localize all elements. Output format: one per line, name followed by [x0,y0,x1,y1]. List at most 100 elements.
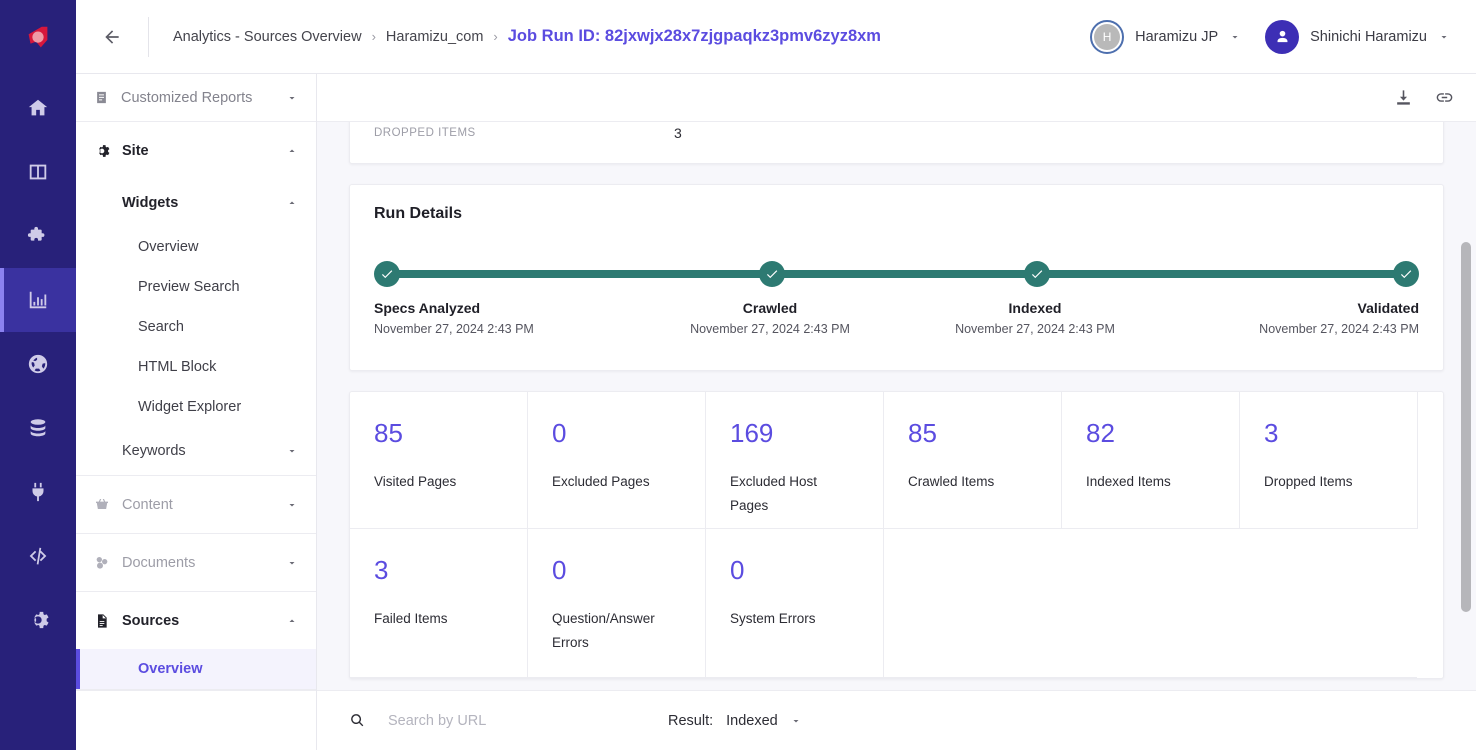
org-switcher[interactable]: H Haramizu JP [1080,20,1251,54]
timeline-labels: Specs Analyzed November 27, 2024 2:43 PM… [374,300,1419,344]
metric-value: 82 [1086,420,1239,446]
org-avatar-initial: H [1094,24,1120,50]
gear-icon [94,143,110,159]
metric-label: Question/Answer Errors [552,607,672,655]
result-filter-value: Indexed [726,713,778,729]
sidebar-item-sources-overview[interactable]: Overview [76,649,316,689]
sidebar-item-widgets-search[interactable]: Search [76,307,316,347]
metric-label: Excluded Pages [552,470,672,494]
sidebar-item-widgets-html-block[interactable]: HTML Block [76,347,316,387]
report-icon [94,90,109,105]
result-filter-label: Result: [668,713,713,729]
customized-reports-selector[interactable]: Customized Reports [76,74,316,122]
breadcrumb-item-job-run-id: Job Run ID: 82jxwjx28x7zjgpaqkz3pmv6zyz8… [508,27,881,46]
metric-value: 169 [730,420,883,446]
metric-excluded-host-pages: 169 Excluded Host Pages [706,392,884,529]
metric-dropped-items: 3 Dropped Items [1240,392,1418,529]
sidebar-item-label: HTML Block [138,359,216,375]
right-pane: Analytics - Sources Overview › Haramizu_… [76,0,1476,750]
app-root: Analytics - Sources Overview › Haramizu_… [0,0,1476,750]
sidebar: Customized Reports Site Widgets [76,74,317,750]
metric-label: Crawled Items [908,470,1028,494]
settings-icon[interactable] [0,588,76,652]
sidebar-item-widgets-preview-search[interactable]: Preview Search [76,267,316,307]
sidebar-section-content: Content [76,476,316,534]
back-button[interactable] [76,0,148,74]
sidebar-item-sources[interactable]: Sources [76,592,316,649]
content-toolbar [317,74,1476,122]
result-filter-select[interactable]: Indexed [726,713,802,729]
timeline-label-validated: Validated November 27, 2024 2:43 PM [1259,300,1419,336]
check-icon [1399,267,1413,281]
scroll-area: ITEMS INDEXED 82 DROPPED ITEMS 3 Run Det… [317,122,1476,690]
extensions-icon[interactable] [0,204,76,268]
body: Customized Reports Site Widgets [76,74,1476,750]
timeline-label-specs-analyzed: Specs Analyzed November 27, 2024 2:43 PM [374,300,534,336]
chevron-down-icon [286,499,298,511]
link-icon[interactable] [1435,88,1454,107]
breadcrumb-item-site[interactable]: Haramizu_com [386,29,484,45]
vertical-scrollbar[interactable] [1461,122,1471,690]
sidebar-item-widgets-overview[interactable]: Overview [76,227,316,267]
sidebar-item-sources-label: Sources [122,613,179,629]
sidebar-item-documents[interactable]: Documents [76,534,316,591]
check-icon [380,267,394,281]
app-logo[interactable] [0,0,76,76]
scrollbar-thumb[interactable] [1461,242,1471,612]
breadcrumb: Analytics - Sources Overview › Haramizu_… [149,27,881,46]
org-avatar: H [1090,20,1124,54]
check-icon [1030,267,1044,281]
metric-label: Indexed Items [1086,470,1206,494]
sidebar-group-widgets[interactable]: Widgets [76,179,316,227]
breadcrumb-separator-icon: › [372,29,376,44]
timeline-node-specs-analyzed [374,261,400,287]
sidebar-item-label: Overview [138,661,203,677]
metric-value: 85 [374,420,527,446]
icon-rail [0,0,76,750]
chevron-down-icon [1229,31,1241,43]
breadcrumb-item-analytics[interactable]: Analytics - Sources Overview [173,29,362,45]
run-details-title: Run Details [374,205,1419,223]
metrics-grid: 85 Visited Pages 0 Excluded Pages 169 Ex… [349,391,1444,679]
check-icon [765,267,779,281]
metric-label: Failed Items [374,607,494,631]
metric-value: 3 [374,557,527,583]
database-icon[interactable] [0,396,76,460]
user-menu[interactable]: Shinichi Haramizu [1255,20,1460,54]
user-icon [1274,28,1291,45]
topbar-right: H Haramizu JP Shinichi Haramizu [1080,20,1460,54]
summary-row: DROPPED ITEMS 3 [374,122,1419,145]
timeline-step-date: November 27, 2024 2:43 PM [690,322,850,336]
metric-label: Dropped Items [1264,470,1384,494]
chevron-up-icon [286,145,298,157]
chevron-down-icon [286,557,298,569]
sidebar-item-documents-label: Documents [122,555,195,571]
search-input[interactable] [388,713,638,729]
chevron-down-icon [286,92,298,104]
metric-label: System Errors [730,607,850,631]
download-icon[interactable] [1394,88,1413,107]
sidebar-item-content[interactable]: Content [76,476,316,533]
dashboard-icon[interactable] [0,140,76,204]
metric-indexed-items: 82 Indexed Items [1062,392,1240,529]
url-search-bar: Result: Indexed [317,690,1476,750]
analytics-icon[interactable] [0,268,76,332]
timeline-step-name: Indexed [955,300,1115,316]
code-icon[interactable] [0,524,76,588]
plug-icon[interactable] [0,460,76,524]
sidebar-item-site[interactable]: Site [76,122,316,179]
sidebar-item-content-label: Content [122,497,173,513]
sidebar-group-keywords[interactable]: Keywords [76,427,316,475]
main-content: ITEMS INDEXED 82 DROPPED ITEMS 3 Run Det… [317,74,1476,750]
sidebar-item-widgets-widget-explorer[interactable]: Widget Explorer [76,387,316,427]
source-file-icon [94,613,110,629]
timeline-node-indexed [1024,261,1050,287]
globe-icon[interactable] [0,332,76,396]
timeline-track [386,270,1407,278]
home-icon[interactable] [0,76,76,140]
chevron-down-icon [286,445,298,457]
timeline-label-indexed: Indexed November 27, 2024 2:43 PM [955,300,1115,336]
run-timeline [374,261,1419,287]
metric-empty-cell [884,529,1417,678]
timeline-label-crawled: Crawled November 27, 2024 2:43 PM [690,300,850,336]
